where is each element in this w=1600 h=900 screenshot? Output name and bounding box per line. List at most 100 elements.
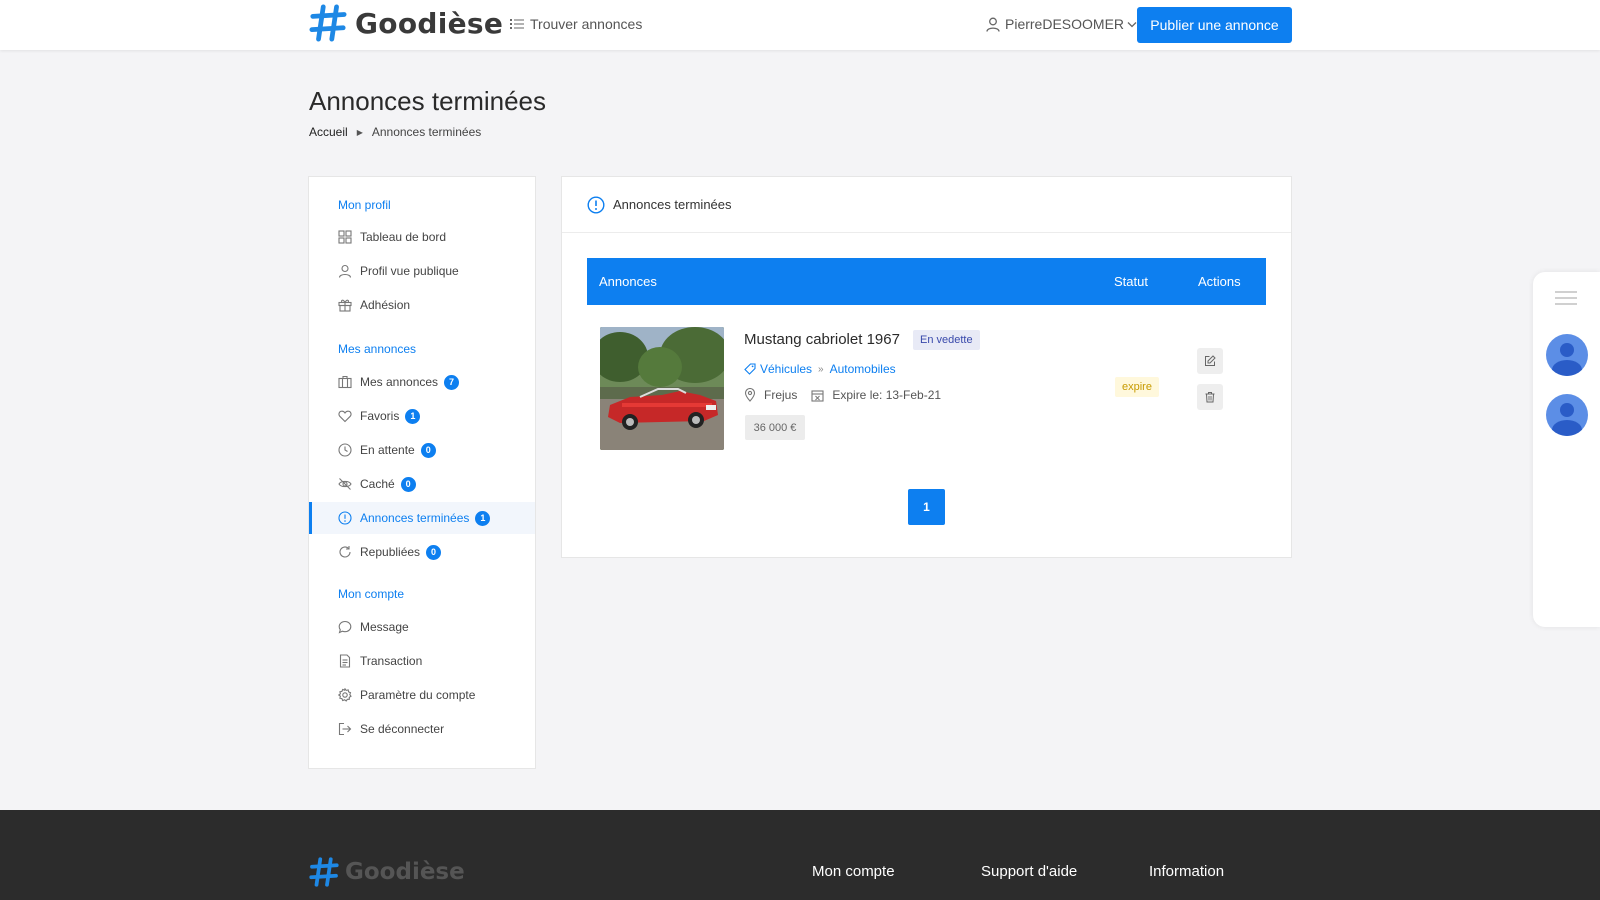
sidebar-item-republished[interactable]: Republiées 0 (309, 536, 535, 568)
username: PierreDESOOMER (1005, 16, 1125, 32)
subcategory-link[interactable]: Automobiles (830, 362, 896, 376)
hamburger-menu-icon[interactable] (1555, 290, 1577, 311)
refresh-icon (338, 545, 352, 559)
car-photo-image (600, 327, 724, 450)
delete-button[interactable] (1197, 384, 1223, 410)
settings-icon (338, 688, 352, 702)
listing-meta: Frejus Expire le: 13-Feb-21 (744, 388, 941, 402)
status-badge: expire (1115, 377, 1159, 397)
sidebar-item-favorites[interactable]: Favoris 1 (309, 400, 535, 432)
listing-categories: Véhicules » Automobiles (744, 362, 896, 376)
publish-ad-button[interactable]: Publier une annonce (1137, 7, 1292, 43)
card-header: Annonces terminées (562, 177, 1291, 233)
count-badge: 1 (405, 408, 421, 424)
sidebar-item-transaction[interactable]: Transaction (309, 645, 535, 677)
user-icon (338, 264, 352, 278)
sidebar-item-account-settings[interactable]: Paramètre du compte (309, 679, 535, 711)
sidebar-item-dashboard[interactable]: Tableau de bord (309, 221, 535, 253)
sidebar-item-public-profile[interactable]: Profil vue publique (309, 255, 535, 287)
sidebar-heading-profile: Mon profil (338, 198, 391, 212)
hash-logo-icon (309, 857, 339, 887)
sidebar-item-label: Profil vue publique (360, 264, 459, 278)
user-menu[interactable]: PierreDESOOMER (986, 16, 1137, 32)
find-ads-label: Trouver annonces (530, 16, 643, 32)
finished-ads-card: Annonces terminées Annonces Statut Actio… (561, 176, 1292, 558)
breadcrumb-caret-icon: ▶ (356, 127, 363, 137)
sidebar-item-label: Tableau de bord (360, 230, 447, 244)
sidebar-item-membership[interactable]: Adhésion (309, 289, 535, 321)
column-header-status: Statut (1114, 274, 1148, 289)
user-icon (986, 17, 1000, 32)
calendar-icon (811, 389, 824, 402)
count-badge: 0 (420, 442, 436, 458)
count-badge: 0 (400, 476, 416, 492)
sidebar-item-my-ads[interactable]: Mes annonces 7 (309, 366, 535, 398)
featured-badge: En vedette (913, 330, 980, 350)
contact-avatar-icon[interactable] (1546, 394, 1588, 436)
grid-icon (338, 230, 352, 244)
footer-logo-text: Goodièse (345, 859, 465, 885)
logo-text: Goodièse (355, 6, 504, 40)
sidebar-item-label: Caché (360, 477, 395, 491)
location-pin-icon (744, 388, 756, 402)
listing-expiry: Expire le: 13-Feb-21 (832, 388, 942, 402)
footer-heading-information: Information (1149, 863, 1225, 880)
double-chevron-icon: » (818, 363, 824, 375)
card-title: Annonces terminées (613, 197, 732, 212)
listing-thumbnail[interactable] (600, 327, 724, 450)
alert-circle-icon (338, 511, 352, 525)
footer: Goodièse Mon compte Support d'aide Infor… (0, 810, 1600, 900)
heart-icon (338, 409, 352, 423)
page-title: Annonces terminées (309, 86, 547, 116)
pagination-page-1[interactable]: 1 (908, 489, 945, 525)
footer-logo[interactable]: Goodièse (309, 857, 465, 887)
sidebar-item-hidden[interactable]: Caché 0 (309, 468, 535, 500)
table-header: Annonces Statut Actions (587, 258, 1266, 305)
breadcrumb-current: Annonces terminées (371, 125, 482, 139)
sidebar-item-label: Adhésion (360, 298, 411, 312)
count-badge: 0 (426, 544, 442, 560)
count-badge: 7 (444, 374, 460, 390)
column-header-ads: Annonces (599, 274, 657, 289)
edit-icon (1205, 355, 1216, 366)
count-badge: 1 (475, 510, 491, 526)
hash-logo-icon (309, 4, 347, 42)
logout-icon (338, 722, 352, 736)
document-icon (338, 654, 352, 668)
clock-icon (338, 443, 352, 457)
floating-contacts-panel (1533, 272, 1600, 627)
find-ads-link[interactable]: Trouver annonces (510, 16, 642, 32)
sidebar-item-logout[interactable]: Se déconnecter (309, 713, 535, 745)
tag-icon (744, 363, 756, 375)
message-icon (338, 620, 352, 634)
sidebar-item-label: Message (360, 620, 409, 634)
gift-icon (338, 298, 352, 312)
column-header-actions: Actions (1198, 274, 1241, 289)
listing-title[interactable]: Mustang cabriolet 1967 (744, 331, 900, 348)
edit-button[interactable] (1197, 348, 1223, 374)
footer-heading-support: Support d'aide (981, 863, 1078, 880)
sidebar-heading-account: Mon compte (338, 587, 405, 601)
contact-avatar-icon[interactable] (1546, 334, 1588, 376)
footer-heading-account: Mon compte (812, 863, 895, 880)
sidebar-item-message[interactable]: Message (309, 611, 535, 643)
listing-location: Frejus (764, 388, 798, 402)
sidebar-item-label: En attente (360, 443, 415, 457)
sidebar-heading-ads: Mes annonces (338, 342, 417, 356)
sidebar-item-label: Mes annonces (360, 375, 439, 389)
listing-price: 36 000 € (745, 415, 805, 440)
breadcrumb-home[interactable]: Accueil (309, 125, 348, 139)
chevron-down-icon (1127, 21, 1137, 27)
sidebar-item-label: Se déconnecter (360, 722, 445, 736)
sidebar: Mon profil Tableau de bord Profil vue pu… (308, 176, 536, 769)
trash-icon (1205, 392, 1215, 403)
category-link[interactable]: Véhicules (760, 362, 812, 376)
top-navbar: Goodièse Trouver annonces PierreDESOOMER… (0, 0, 1600, 50)
sidebar-item-label: Favoris (360, 409, 400, 423)
site-logo[interactable]: Goodièse (309, 4, 503, 42)
sidebar-item-label: Annonces terminées (360, 511, 470, 525)
sidebar-item-pending[interactable]: En attente 0 (309, 434, 535, 466)
list-icon (510, 19, 524, 29)
sidebar-item-label: Paramètre du compte (360, 688, 476, 702)
sidebar-item-finished-ads[interactable]: Annonces terminées 1 (309, 502, 535, 534)
